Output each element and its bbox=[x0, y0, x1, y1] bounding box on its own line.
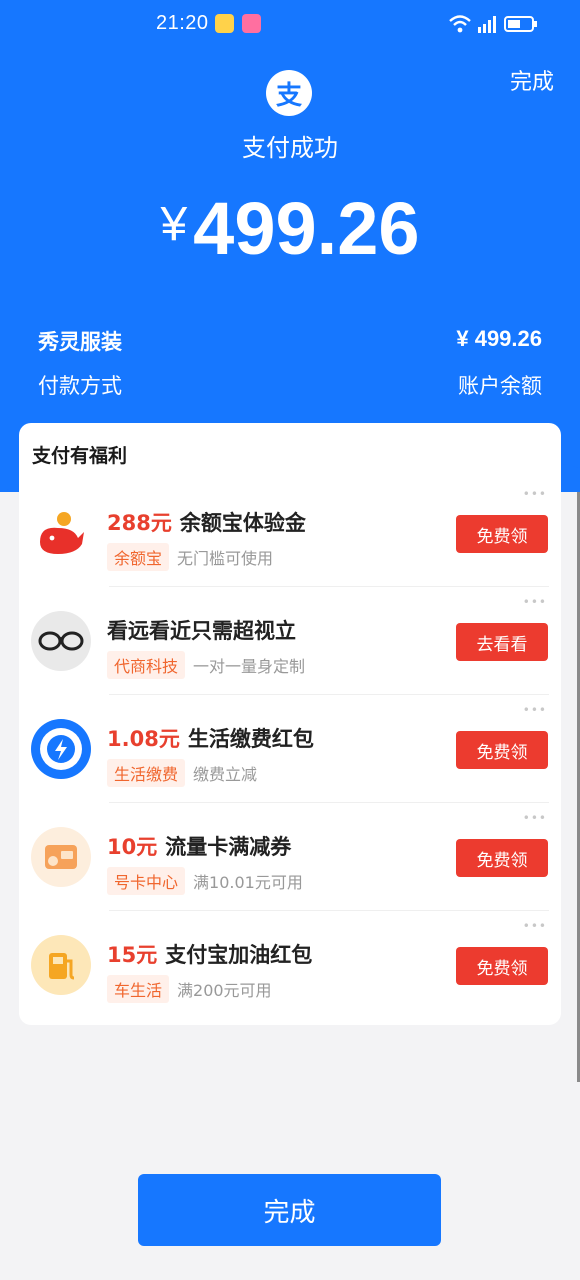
battery-icon bbox=[504, 16, 537, 32]
status-bar: 21:20 bbox=[0, 0, 580, 50]
more-icon[interactable]: ••• bbox=[523, 487, 547, 501]
sim-card-icon bbox=[31, 827, 91, 887]
claim-button[interactable]: 免费领 bbox=[456, 731, 548, 769]
amount-value: 499.26 bbox=[193, 187, 420, 270]
payment-method-label: 付款方式 bbox=[38, 374, 122, 398]
benefit-tag: 号卡中心 bbox=[107, 867, 186, 895]
benefit-title: 15元 支付宝加油红包 bbox=[107, 943, 313, 967]
benefit-subtitle: 车生活 满200元可用 bbox=[107, 975, 272, 1003]
signal-icon bbox=[478, 16, 496, 33]
benefit-row[interactable]: ••• 10元 流量卡满减券 号卡中心 满10.01元可用 免费领 bbox=[19, 803, 561, 911]
benefit-row[interactable]: ••• 看远看近只需超视立 代商科技 一对一量身定制 去看看 bbox=[19, 587, 561, 695]
benefits-card: 支付有福利 ••• 288元 余额宝体验金 余额宝 无门槛可使用 免费领 ••• 看… bbox=[19, 423, 561, 1025]
notification-app-icon bbox=[215, 14, 234, 33]
payment-status: 支付成功 bbox=[242, 134, 338, 162]
benefit-subtitle: 生活缴费 缴费立减 bbox=[107, 759, 257, 787]
more-icon[interactable]: ••• bbox=[523, 919, 547, 933]
benefit-subtitle: 号卡中心 满10.01元可用 bbox=[107, 867, 303, 895]
benefit-title: 10元 流量卡满减券 bbox=[107, 835, 292, 859]
benefit-title: 看远看近只需超视立 bbox=[107, 619, 296, 643]
status-time: 21:20 bbox=[156, 12, 209, 34]
fuel-pump-icon bbox=[31, 935, 91, 995]
header-done-button[interactable]: 完成 bbox=[510, 64, 554, 96]
claim-button[interactable]: 免费领 bbox=[456, 947, 548, 985]
benefit-title: 1.08元 生活缴费红包 bbox=[107, 727, 314, 751]
benefit-tag: 车生活 bbox=[107, 975, 170, 1003]
claim-button[interactable]: 免费领 bbox=[456, 515, 548, 553]
claim-button[interactable]: 免费领 bbox=[456, 839, 548, 877]
benefit-subtitle: 余额宝 无门槛可使用 bbox=[107, 543, 273, 571]
more-icon[interactable]: ••• bbox=[523, 811, 547, 825]
benefit-row[interactable]: ••• 288元 余额宝体验金 余额宝 无门槛可使用 免费领 bbox=[19, 479, 561, 587]
merchant-name: 秀灵服装 bbox=[38, 330, 122, 354]
benefit-row[interactable]: ••• 1.08元 生活缴费红包 生活缴费 缴费立减 免费领 bbox=[19, 695, 561, 803]
alipay-logo-icon: 支 bbox=[266, 70, 312, 116]
currency-symbol: ¥ bbox=[160, 198, 188, 251]
notification-app-icon bbox=[242, 14, 261, 33]
payment-amount: ¥499.26 bbox=[0, 186, 580, 271]
benefit-tag: 生活缴费 bbox=[107, 759, 186, 787]
whale-icon bbox=[31, 503, 91, 563]
benefit-tag: 代商科技 bbox=[107, 651, 186, 679]
benefit-row[interactable]: ••• 15元 支付宝加油红包 车生活 满200元可用 免费领 bbox=[19, 911, 561, 1019]
view-button[interactable]: 去看看 bbox=[456, 623, 548, 661]
benefit-title: 288元 余额宝体验金 bbox=[107, 511, 306, 535]
benefits-title: 支付有福利 bbox=[32, 445, 128, 467]
lightning-icon bbox=[31, 719, 91, 779]
done-button[interactable]: 完成 bbox=[138, 1174, 441, 1246]
payment-method-value: 账户余额 bbox=[458, 374, 542, 398]
benefit-tag: 余额宝 bbox=[107, 543, 170, 571]
more-icon[interactable]: ••• bbox=[523, 703, 547, 717]
benefit-subtitle: 代商科技 一对一量身定制 bbox=[107, 651, 305, 679]
glasses-icon bbox=[31, 611, 91, 671]
more-icon[interactable]: ••• bbox=[523, 595, 547, 609]
wifi-icon bbox=[449, 15, 471, 33]
merchant-amount: ¥ 499.26 bbox=[456, 326, 542, 351]
